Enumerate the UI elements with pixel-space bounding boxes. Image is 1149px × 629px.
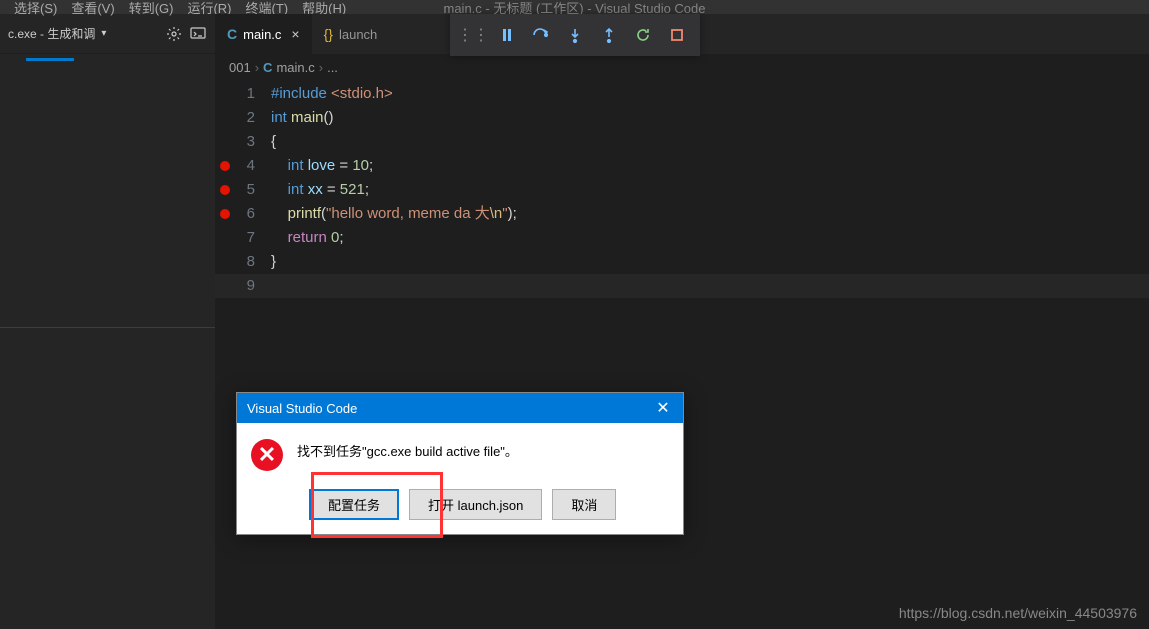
breadcrumb-symbol[interactable]: ... — [327, 60, 338, 75]
c-file-icon: C — [227, 26, 237, 42]
breakpoint-gutter[interactable] — [215, 209, 235, 219]
dialog-titlebar: Visual Studio Code ✕ — [237, 393, 683, 423]
tab-launch-json[interactable]: {} launch — [312, 14, 390, 54]
chevron-down-icon: ▾ — [101, 28, 106, 39]
debug-config-selector[interactable]: c.exe - 生成和调 ▾ — [0, 14, 215, 54]
code-content[interactable]: int main() — [271, 106, 334, 130]
menu-go[interactable]: 转到(G) — [123, 0, 180, 17]
code-line[interactable]: 8} — [215, 250, 1149, 274]
configure-task-button[interactable]: 配置任务 — [309, 489, 399, 520]
breakpoint-icon — [220, 209, 230, 219]
breakpoint-icon — [220, 161, 230, 171]
menu-bar: 选择(S) 查看(V) 转到(G) 运行(R) 终端(T) 帮助(H) main… — [0, 0, 1149, 14]
cancel-button[interactable]: 取消 — [552, 489, 616, 520]
code-line[interactable]: 9 — [215, 274, 1149, 298]
editor-pane: 001 › C main.c › ... 1#include <stdio.h>… — [215, 54, 1149, 629]
watermark: https://blog.csdn.net/weixin_44503976 — [899, 605, 1137, 621]
error-dialog: Visual Studio Code ✕ ✕ 找不到任务"gcc.exe bui… — [236, 392, 684, 535]
tab-label: launch — [339, 27, 377, 42]
debug-console-icon[interactable] — [189, 25, 207, 43]
code-line[interactable]: 1#include <stdio.h> — [215, 82, 1149, 106]
code-content[interactable]: #include <stdio.h> — [271, 82, 393, 106]
tab-label: main.c — [243, 27, 281, 42]
line-number: 9 — [235, 274, 271, 298]
active-indicator — [26, 58, 74, 61]
json-file-icon: {} — [324, 26, 333, 42]
breadcrumb[interactable]: 001 › C main.c › ... — [215, 54, 1149, 80]
code-content[interactable]: int love = 10; — [271, 154, 373, 178]
line-number: 2 — [235, 106, 271, 130]
code-content[interactable]: return 0; — [271, 226, 344, 250]
debug-toolbar: ⋮⋮ — [450, 14, 700, 56]
breakpoint-icon — [220, 185, 230, 195]
menu-select[interactable]: 选择(S) — [8, 0, 63, 17]
line-number: 3 — [235, 130, 271, 154]
code-content[interactable]: } — [271, 250, 276, 274]
line-number: 7 — [235, 226, 271, 250]
line-number: 4 — [235, 154, 271, 178]
drag-handle-icon[interactable]: ⋮⋮ — [458, 20, 488, 50]
chevron-right-icon: › — [319, 60, 323, 75]
close-icon[interactable]: × — [291, 26, 299, 42]
code-line[interactable]: 2int main() — [215, 106, 1149, 130]
tab-main-c[interactable]: C main.c × — [215, 14, 312, 54]
code-content[interactable]: { — [271, 130, 276, 154]
code-line[interactable]: 3{ — [215, 130, 1149, 154]
code-content[interactable]: int xx = 521; — [271, 178, 369, 202]
dialog-close-button[interactable]: ✕ — [643, 393, 683, 423]
line-number: 5 — [235, 178, 271, 202]
code-line[interactable]: 6 printf("hello word, meme da 大\n"); — [215, 202, 1149, 226]
code-line[interactable]: 5 int xx = 521; — [215, 178, 1149, 202]
error-icon: ✕ — [251, 439, 283, 471]
line-number: 1 — [235, 82, 271, 106]
chevron-right-icon: › — [255, 60, 259, 75]
code-line[interactable]: 4 int love = 10; — [215, 154, 1149, 178]
code-content[interactable]: printf("hello word, meme da 大\n"); — [271, 202, 517, 226]
debug-sidebar — [0, 54, 215, 629]
dialog-title-text: Visual Studio Code — [247, 401, 357, 416]
line-number: 8 — [235, 250, 271, 274]
stop-button[interactable] — [662, 20, 692, 50]
gear-icon[interactable] — [165, 25, 183, 43]
sidebar-divider — [0, 327, 215, 328]
step-out-button[interactable] — [594, 20, 624, 50]
c-file-icon: C — [263, 60, 272, 75]
breakpoint-gutter[interactable] — [215, 161, 235, 171]
line-number: 6 — [235, 202, 271, 226]
step-over-button[interactable] — [526, 20, 556, 50]
pause-button[interactable] — [492, 20, 522, 50]
open-launch-json-button[interactable]: 打开 launch.json — [409, 489, 542, 520]
step-into-button[interactable] — [560, 20, 590, 50]
breadcrumb-folder[interactable]: 001 — [229, 60, 251, 75]
breakpoint-gutter[interactable] — [215, 185, 235, 195]
menu-view[interactable]: 查看(V) — [65, 0, 120, 17]
dialog-message: 找不到任务"gcc.exe build active file"。 — [297, 443, 669, 461]
restart-button[interactable] — [628, 20, 658, 50]
breadcrumb-file[interactable]: main.c — [276, 60, 314, 75]
debug-config-label: c.exe - 生成和调 — [8, 25, 95, 42]
code-line[interactable]: 7 return 0; — [215, 226, 1149, 250]
code-editor[interactable]: 1#include <stdio.h>2int main()3{4 int lo… — [215, 80, 1149, 298]
